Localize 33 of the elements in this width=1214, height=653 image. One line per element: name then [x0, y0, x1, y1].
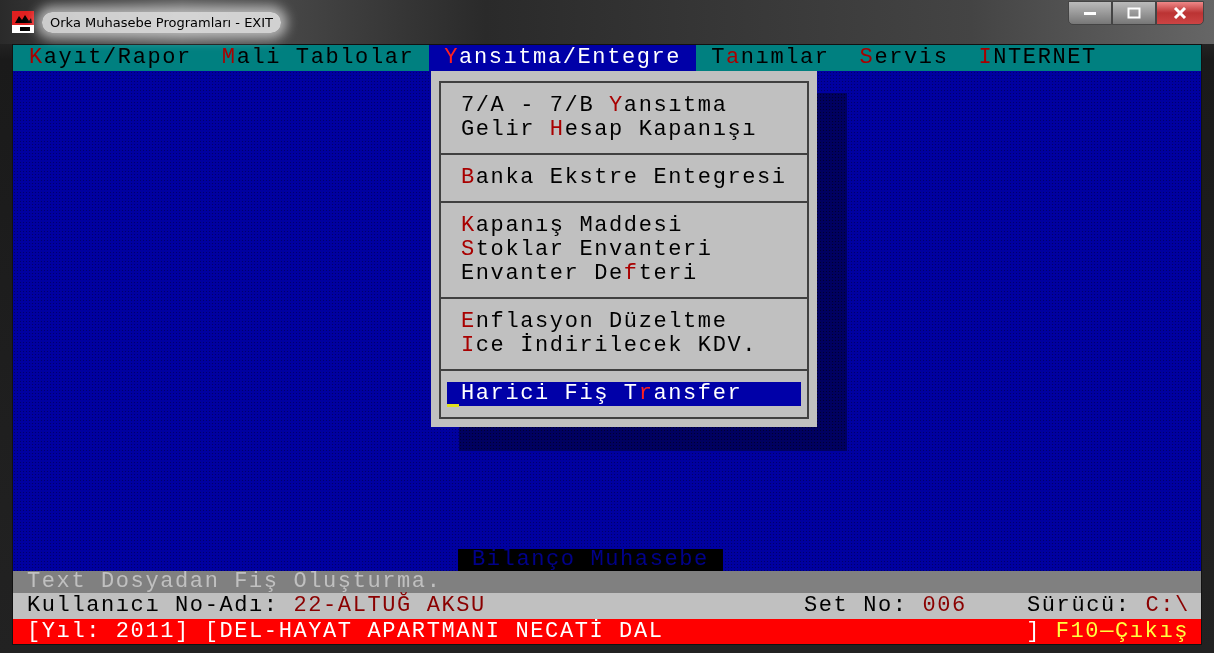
- exit-key[interactable]: F10—Çıkış: [1055, 619, 1189, 644]
- dropdown-item[interactable]: 7/A - 7/B Yansıtma: [447, 94, 801, 118]
- background-caption: Bilanço Muhasebe: [458, 549, 723, 571]
- menu-item[interactable]: Kayıt/Rapor: [14, 45, 207, 71]
- dropdown-item[interactable]: Stoklar Envanteri: [447, 238, 801, 262]
- company-text: [Yıl: 2011] [DEL-HAYAT APARTMANI NECATİ DAL: [27, 619, 664, 644]
- menu-item[interactable]: I NTERNET: [963, 45, 1112, 71]
- maximize-icon: [1127, 7, 1141, 19]
- menu-item[interactable]: Yansıtma/Entegre: [429, 45, 697, 71]
- dropdown-item[interactable]: Harici Fiş T r ansfer: [447, 382, 801, 406]
- set-label: Set No:: [804, 593, 909, 619]
- minimize-button[interactable]: [1068, 1, 1112, 25]
- user-value: 22-ALTUĞ AKSU: [293, 593, 486, 619]
- dropdown-item[interactable]: I ce İndirilecek KDV.: [447, 334, 801, 358]
- menu-item[interactable]: Servis: [844, 45, 964, 71]
- dropdown-item[interactable]: Gelir Hesap Kapanışı: [447, 118, 801, 142]
- drive-value: C:\: [1145, 593, 1190, 619]
- maximize-button[interactable]: [1112, 1, 1156, 25]
- minimize-icon: [1083, 10, 1097, 16]
- dropdown-item[interactable]: Enflasyon Düzeltme: [447, 310, 801, 334]
- bracket-text: ]: [1026, 619, 1042, 644]
- close-button[interactable]: [1156, 1, 1204, 25]
- dropdown-item[interactable]: Kapanış Maddesi: [447, 214, 801, 238]
- drive-label: Sürücü:: [1027, 593, 1132, 619]
- window-title: Orka Muhasebe Programları - EXIT: [42, 11, 282, 33]
- menu-item[interactable]: Mali Tablolar: [206, 45, 430, 71]
- hint-text: Text Dosyadan Fiş Oluşturma.: [13, 571, 1201, 593]
- menu-item[interactable]: Tanımlar: [696, 45, 845, 71]
- close-icon: [1173, 7, 1187, 19]
- dropdown-item[interactable]: Envanter Defteri: [447, 262, 801, 286]
- set-value: 006: [922, 593, 967, 619]
- user-label: Kullanıcı No-Adı:: [27, 593, 280, 619]
- app-icon: [12, 11, 34, 33]
